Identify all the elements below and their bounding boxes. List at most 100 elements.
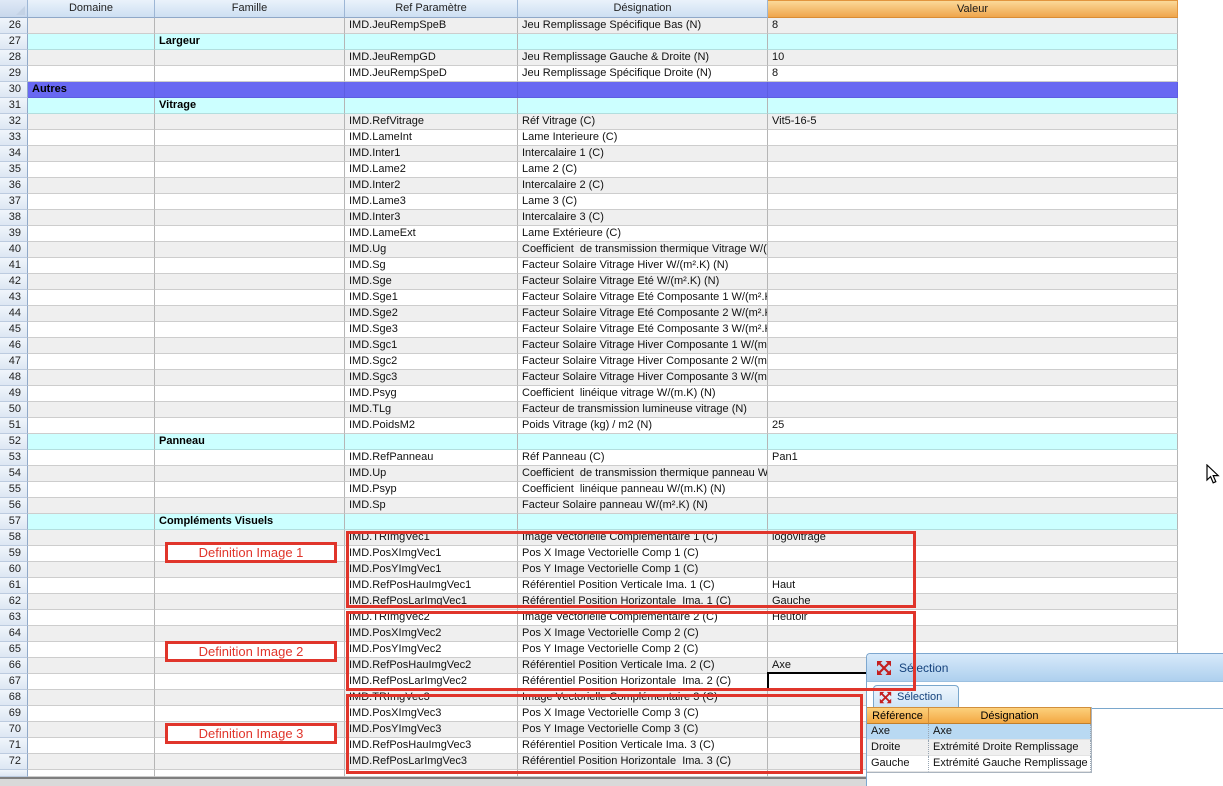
cell-ref[interactable] xyxy=(345,514,518,530)
row-number[interactable]: 66 xyxy=(0,658,28,674)
cell-famille[interactable] xyxy=(155,578,345,594)
select-all-corner[interactable] xyxy=(0,0,28,18)
cell-famille[interactable] xyxy=(155,338,345,354)
row-number[interactable]: 35 xyxy=(0,162,28,178)
cell-des[interactable]: Facteur Solaire panneau W/(m².K) (N) xyxy=(518,498,768,514)
row-number[interactable]: 68 xyxy=(0,690,28,706)
cell-ref[interactable] xyxy=(345,82,518,98)
row-number[interactable]: 61 xyxy=(0,578,28,594)
cell-ref[interactable]: IMD.Sge2 xyxy=(345,306,518,322)
cell-val[interactable] xyxy=(768,98,1178,114)
cell-des[interactable]: Intercalaire 1 (C) xyxy=(518,146,768,162)
row-number[interactable]: 40 xyxy=(0,242,28,258)
cell-domaine[interactable] xyxy=(28,242,155,258)
cell-domaine[interactable] xyxy=(28,322,155,338)
row-number[interactable]: 26 xyxy=(0,18,28,34)
cell-ref[interactable]: IMD.LameExt xyxy=(345,226,518,242)
column-header-val[interactable]: Valeur xyxy=(768,0,1178,18)
cell-domaine[interactable] xyxy=(28,18,155,34)
cell-des[interactable]: Facteur Solaire Vitrage Hiver Composante… xyxy=(518,370,768,386)
cell-des[interactable]: Réf Vitrage (C) xyxy=(518,114,768,130)
cell-domaine[interactable]: Autres xyxy=(28,82,155,98)
cell-val[interactable] xyxy=(768,386,1178,402)
cell-des[interactable] xyxy=(518,434,768,450)
cell-famille[interactable] xyxy=(155,354,345,370)
popup-cell-reference[interactable]: Droite xyxy=(867,740,929,756)
cell-domaine[interactable] xyxy=(28,754,155,770)
popup-cell-reference[interactable]: Gauche xyxy=(867,756,929,772)
cell-ref[interactable]: IMD.Inter3 xyxy=(345,210,518,226)
row-number[interactable]: 54 xyxy=(0,466,28,482)
row-number[interactable]: 52 xyxy=(0,434,28,450)
row-number[interactable]: 39 xyxy=(0,226,28,242)
row-number[interactable]: 65 xyxy=(0,642,28,658)
cell-ref[interactable]: IMD.JeuRempSpeB xyxy=(345,18,518,34)
cell-des[interactable]: Lame Interieure (C) xyxy=(518,130,768,146)
cell-ref[interactable]: IMD.Ug xyxy=(345,242,518,258)
cell-famille[interactable] xyxy=(155,402,345,418)
row-number[interactable]: 53 xyxy=(0,450,28,466)
cell-val[interactable] xyxy=(768,370,1178,386)
row-number[interactable]: 45 xyxy=(0,322,28,338)
cell-domaine[interactable] xyxy=(28,626,155,642)
cell-val[interactable] xyxy=(768,306,1178,322)
cell-ref[interactable]: IMD.Inter1 xyxy=(345,146,518,162)
cell-ref[interactable]: IMD.Up xyxy=(345,466,518,482)
cell-famille[interactable]: Compléments Visuels xyxy=(155,514,345,530)
column-header-des[interactable]: Désignation xyxy=(518,0,768,18)
cell-domaine[interactable] xyxy=(28,98,155,114)
cell-val[interactable]: 8 xyxy=(768,18,1178,34)
cell-domaine[interactable] xyxy=(28,66,155,82)
cell-domaine[interactable] xyxy=(28,562,155,578)
cell-domaine[interactable] xyxy=(28,210,155,226)
cell-famille[interactable] xyxy=(155,210,345,226)
cell-ref[interactable]: IMD.RefPanneau xyxy=(345,450,518,466)
row-number[interactable]: 55 xyxy=(0,482,28,498)
cell-ref[interactable]: IMD.Inter2 xyxy=(345,178,518,194)
cell-famille[interactable] xyxy=(155,178,345,194)
cell-val[interactable] xyxy=(768,242,1178,258)
cell-des[interactable]: Lame 2 (C) xyxy=(518,162,768,178)
cell-domaine[interactable] xyxy=(28,386,155,402)
cell-domaine[interactable] xyxy=(28,466,155,482)
cell-famille[interactable] xyxy=(155,18,345,34)
row-number[interactable]: 33 xyxy=(0,130,28,146)
cell-domaine[interactable] xyxy=(28,546,155,562)
cell-famille[interactable] xyxy=(155,146,345,162)
cell-famille[interactable] xyxy=(155,274,345,290)
cell-famille[interactable] xyxy=(155,482,345,498)
cell-domaine[interactable] xyxy=(28,530,155,546)
row-number[interactable]: 27 xyxy=(0,34,28,50)
row-number[interactable]: 51 xyxy=(0,418,28,434)
cell-val[interactable] xyxy=(768,322,1178,338)
cell-famille[interactable] xyxy=(155,66,345,82)
cell-des[interactable] xyxy=(518,98,768,114)
cell-ref[interactable]: IMD.Sgc2 xyxy=(345,354,518,370)
cell-ref[interactable] xyxy=(345,98,518,114)
cell-ref[interactable]: IMD.Lame2 xyxy=(345,162,518,178)
cell-ref[interactable]: IMD.JeuRempGD xyxy=(345,50,518,66)
row-number[interactable]: 32 xyxy=(0,114,28,130)
row-number[interactable]: 58 xyxy=(0,530,28,546)
cell-famille[interactable] xyxy=(155,466,345,482)
cell-val[interactable] xyxy=(768,402,1178,418)
cell-val[interactable]: 10 xyxy=(768,50,1178,66)
cell-val[interactable] xyxy=(768,466,1178,482)
cell-domaine[interactable] xyxy=(28,146,155,162)
cell-domaine[interactable] xyxy=(28,114,155,130)
cell-val[interactable] xyxy=(768,210,1178,226)
cell-val[interactable] xyxy=(768,130,1178,146)
cell-des[interactable]: Jeu Remplissage Gauche & Droite (N) xyxy=(518,50,768,66)
row-number[interactable]: 29 xyxy=(0,66,28,82)
cell-ref[interactable]: IMD.TLg xyxy=(345,402,518,418)
cell-famille[interactable] xyxy=(155,674,345,690)
cell-ref[interactable]: IMD.Sgc1 xyxy=(345,338,518,354)
row-number[interactable]: 57 xyxy=(0,514,28,530)
cell-famille[interactable] xyxy=(155,242,345,258)
cell-ref[interactable]: IMD.Sgc3 xyxy=(345,370,518,386)
cell-ref[interactable]: IMD.Psyg xyxy=(345,386,518,402)
cell-domaine[interactable] xyxy=(28,402,155,418)
column-header-ref[interactable]: Ref Paramètre xyxy=(345,0,518,18)
cell-des[interactable]: Intercalaire 3 (C) xyxy=(518,210,768,226)
row-number[interactable]: 37 xyxy=(0,194,28,210)
